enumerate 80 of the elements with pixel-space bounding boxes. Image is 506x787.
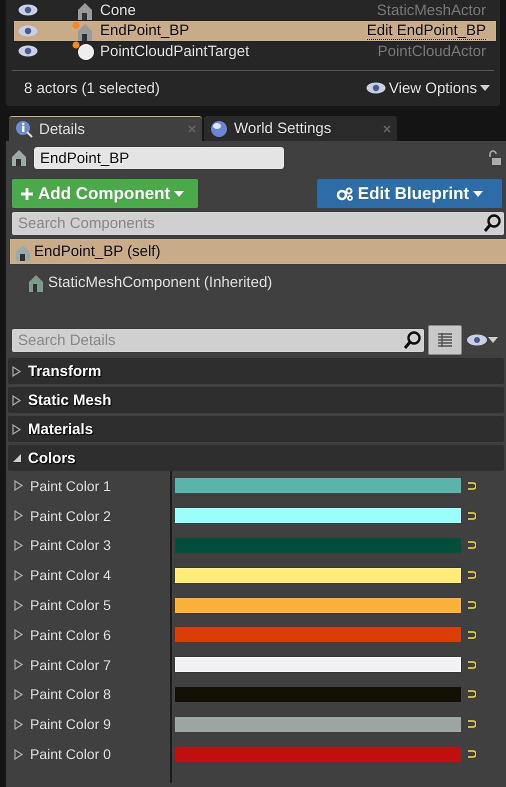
expand-arrow-icon[interactable] [14, 688, 23, 700]
view-options-button[interactable]: View Options [366, 80, 490, 97]
caret-icon [473, 190, 484, 196]
actor-row[interactable]: EndPoint_BP Edit EndPoint_BP [14, 20, 496, 42]
category-header[interactable]: Transform [8, 358, 504, 384]
caret-icon [174, 190, 184, 196]
actor-name: PointCloudPaintTarget [100, 42, 250, 60]
property-label: Paint Color 1 [30, 478, 111, 494]
color-swatch[interactable] [175, 508, 461, 524]
edit-link[interactable]: Edit EndPoint_BP [366, 22, 486, 40]
component-row[interactable]: EndPoint_BP (self) [10, 239, 506, 264]
expand-arrow-icon [12, 394, 22, 406]
eye-icon[interactable] [18, 24, 38, 37]
expand-arrow-icon[interactable] [14, 510, 23, 522]
list-icon [437, 332, 453, 348]
expand-arrow-icon[interactable] [14, 570, 23, 581]
expand-arrow-icon[interactable] [14, 600, 23, 611]
color-swatch[interactable] [175, 538, 461, 553]
search-icon[interactable] [404, 330, 422, 348]
plus-icon [20, 186, 34, 200]
property-label: Paint Color 0 [30, 746, 111, 762]
expand-arrow-icon [12, 424, 22, 434]
color-swatch[interactable] [175, 478, 461, 494]
category-header[interactable]: Colors [8, 445, 504, 471]
color-swatch[interactable] [175, 686, 461, 702]
color-swatch[interactable] [175, 746, 461, 762]
house-icon [28, 274, 44, 292]
edit-blueprint-button[interactable]: Edit Blueprint [317, 179, 502, 208]
property-label: Paint Color 8 [30, 686, 111, 702]
name-field[interactable]: EndPoint_BP [34, 147, 284, 169]
category-header[interactable]: Static Mesh [8, 387, 504, 413]
expand-arrow-icon[interactable] [14, 480, 23, 492]
property-label: Paint Color 9 [30, 716, 111, 732]
category-header[interactable]: Materials [8, 416, 504, 442]
expand-arrow-icon[interactable] [14, 629, 23, 640]
actor-count: 8 actors (1 selected) [24, 80, 161, 97]
expand-arrow-icon[interactable] [14, 540, 23, 551]
property-label: Paint Color 4 [30, 567, 111, 584]
property-label: Paint Color 2 [30, 508, 111, 524]
color-swatch[interactable] [175, 657, 461, 672]
grid-view-button[interactable] [428, 325, 462, 355]
eye-icon [366, 82, 386, 94]
actor-row[interactable]: Cone StaticMeshActor [14, 0, 496, 21]
search-field[interactable]: Search Details [12, 328, 424, 352]
search-field[interactable]: Search Components [12, 212, 504, 235]
close-icon[interactable] [383, 124, 391, 132]
tab[interactable]: Details [9, 116, 202, 141]
property-label: Paint Color 5 [30, 597, 111, 614]
expand-arrow-icon [12, 366, 22, 376]
color-swatch[interactable] [175, 716, 461, 732]
color-swatch[interactable] [175, 598, 461, 613]
gears-icon [336, 186, 354, 202]
house-icon [10, 148, 28, 168]
tab[interactable]: World Settings [204, 116, 397, 141]
component-row[interactable]: StaticMeshComponent (Inherited) [10, 270, 506, 295]
actor-name: Cone [100, 2, 137, 19]
expand-arrow-icon[interactable] [14, 659, 23, 670]
house-icon [14, 242, 30, 260]
sphere-icon [72, 41, 96, 62]
expand-arrow-icon[interactable] [14, 718, 23, 730]
caret-icon [480, 85, 490, 92]
globe-icon [210, 120, 228, 138]
actor-name: EndPoint_BP [100, 22, 190, 40]
info-icon [15, 120, 33, 138]
actor-type: StaticMeshActor [376, 2, 486, 19]
collapse-arrow-icon [12, 452, 22, 464]
color-swatch[interactable] [175, 627, 461, 642]
caret-icon [488, 337, 498, 343]
eye-icon[interactable] [18, 45, 38, 58]
expand-arrow-icon[interactable] [14, 748, 23, 760]
actor-row[interactable]: PointCloudPaintTarget PointCloudActor [14, 41, 496, 62]
eye-icon[interactable] [18, 4, 38, 16]
eye-icon [466, 334, 488, 346]
property-label: Paint Color 3 [30, 537, 111, 554]
property-label: Paint Color 7 [30, 656, 111, 673]
search-icon[interactable] [484, 214, 502, 232]
lock-icon[interactable] [486, 150, 502, 166]
color-swatch[interactable] [175, 568, 461, 583]
actor-type: PointCloudActor [378, 42, 486, 60]
property-label: Paint Color 6 [30, 626, 111, 643]
